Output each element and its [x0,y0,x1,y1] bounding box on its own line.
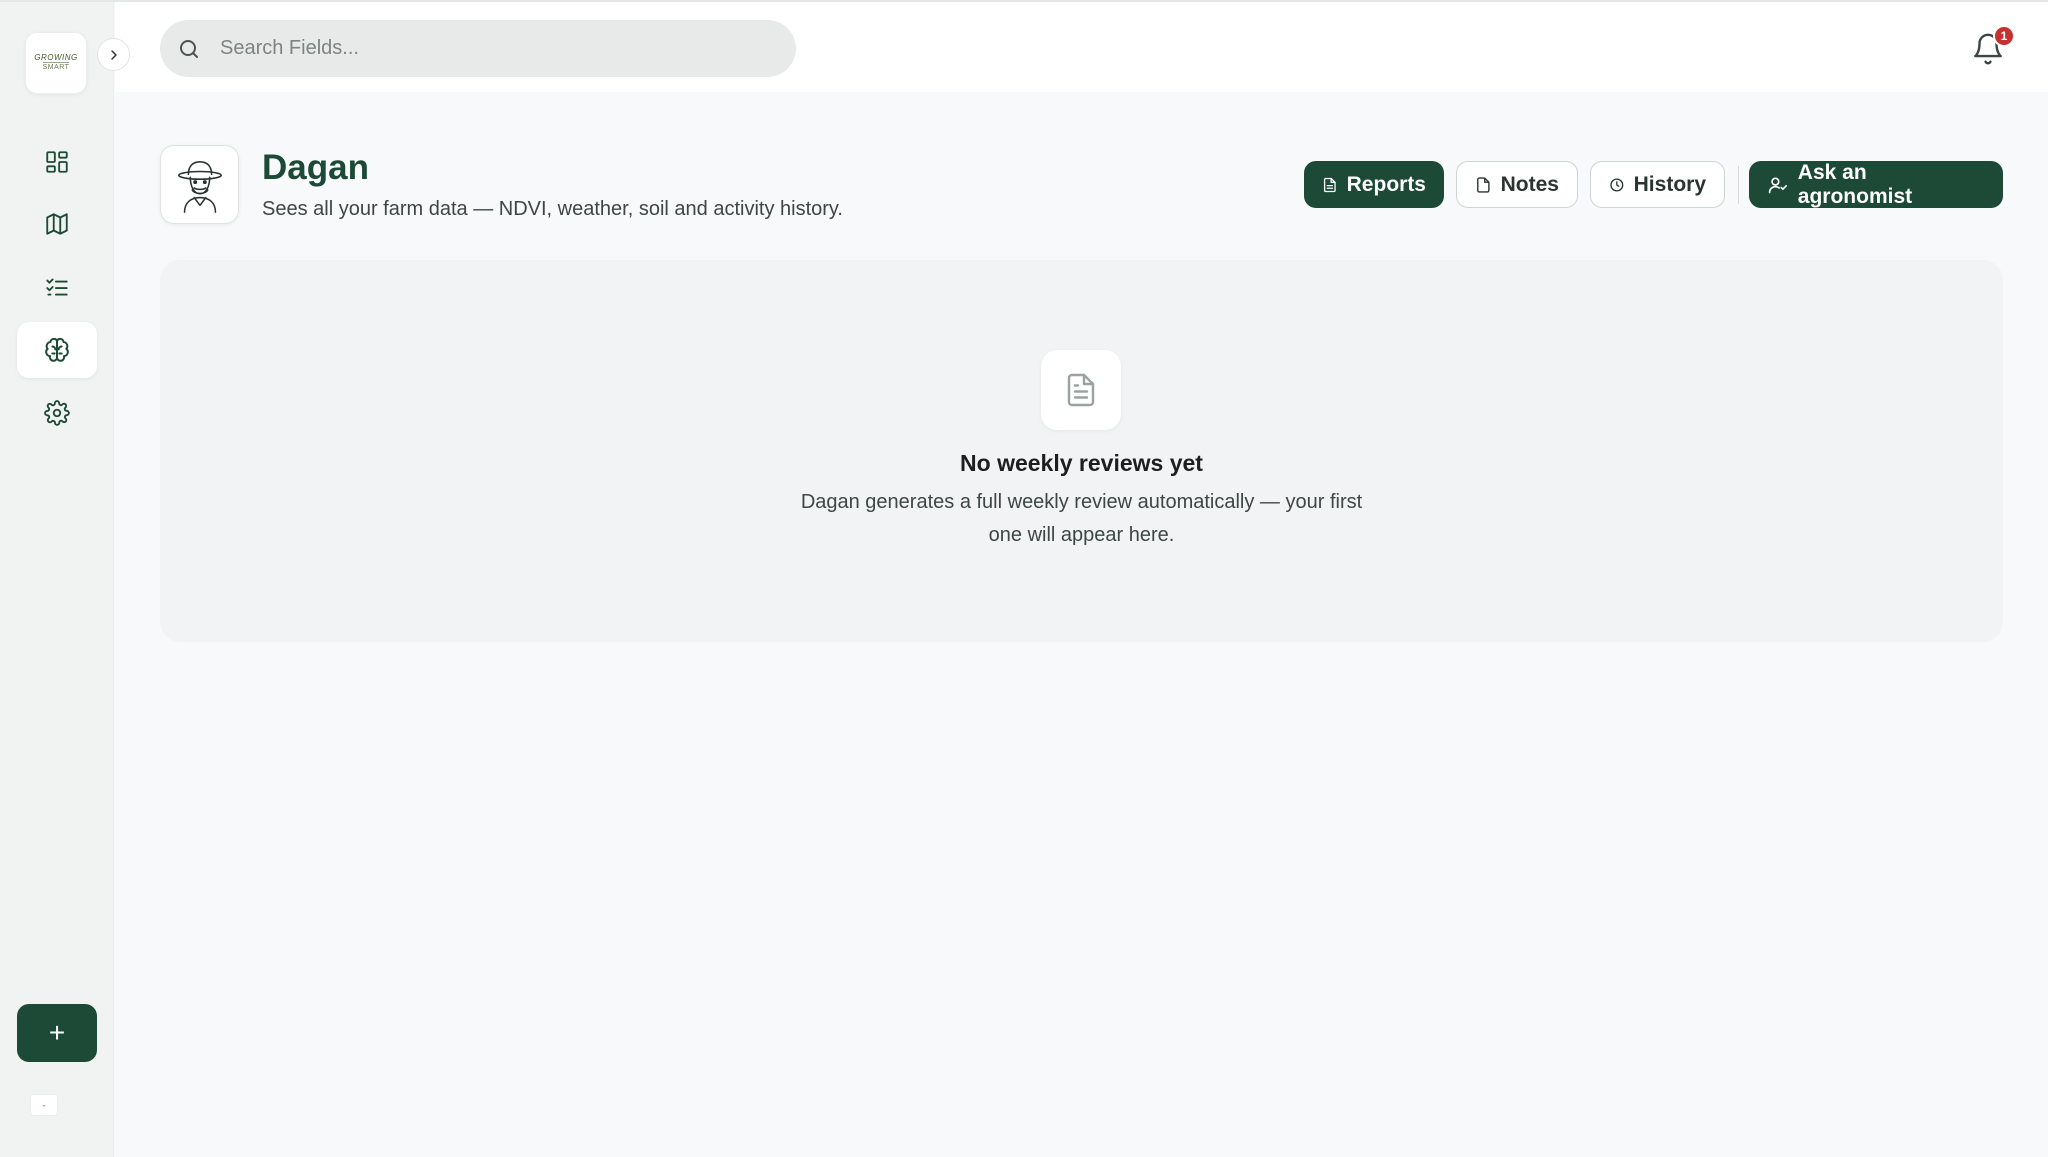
dagan-avatar [160,145,239,224]
notification-badge: 1 [1993,25,2015,47]
ask-agronomist-button[interactable]: Ask an agronomist [1749,161,2003,208]
checklist-icon [46,278,68,296]
mini-logo-icon[interactable]: ▪▪ [30,1094,58,1116]
search-bar[interactable] [160,20,796,77]
reports-button[interactable]: Reports [1304,161,1444,208]
sidebar: GROWING SMART + ▪▪ [0,2,114,1157]
sidebar-item-map[interactable] [17,196,97,252]
reports-label: Reports [1346,172,1426,196]
farmer-avatar-icon [177,160,222,213]
expand-sidebar-button[interactable] [97,38,130,71]
notes-label: Notes [1500,172,1559,196]
note-icon [1477,176,1490,193]
empty-state-icon-box [1041,350,1121,430]
file-text-icon [1067,373,1095,407]
sidebar-item-settings[interactable] [17,385,97,441]
brain-icon [45,337,69,362]
chevron-right-icon [110,49,117,60]
clock-icon [1610,177,1624,192]
add-button[interactable]: + [17,1004,97,1062]
ask-agronomist-label: Ask an agronomist [1797,160,1913,208]
user-check-icon [1768,177,1788,193]
empty-state-title: No weekly reviews yet [960,450,1203,476]
empty-state-description: Dagan generates a full weekly review aut… [800,491,1363,546]
logo-text-top: GROWING [34,53,78,62]
sidebar-item-tasks[interactable] [17,259,97,315]
page-title: Dagan [262,148,369,187]
search-icon [180,40,198,58]
button-divider [1738,166,1739,204]
logo-text-bottom: SMART [42,62,70,71]
search-input[interactable] [220,37,760,60]
gear-icon [44,400,70,426]
map-icon [46,213,68,235]
page-subtitle: Sees all your farm data — NDVI, weather,… [262,198,843,220]
history-label: History [1633,172,1706,196]
app-logo[interactable]: GROWING SMART [25,32,87,94]
history-button[interactable]: History [1590,161,1725,208]
sidebar-item-dagan[interactable] [17,322,97,378]
notes-button[interactable]: Notes [1456,161,1578,208]
top-bar: 1 [115,2,2048,92]
document-icon [1323,177,1336,192]
sidebar-item-dashboard[interactable] [17,134,97,190]
grid-icon [46,151,68,173]
